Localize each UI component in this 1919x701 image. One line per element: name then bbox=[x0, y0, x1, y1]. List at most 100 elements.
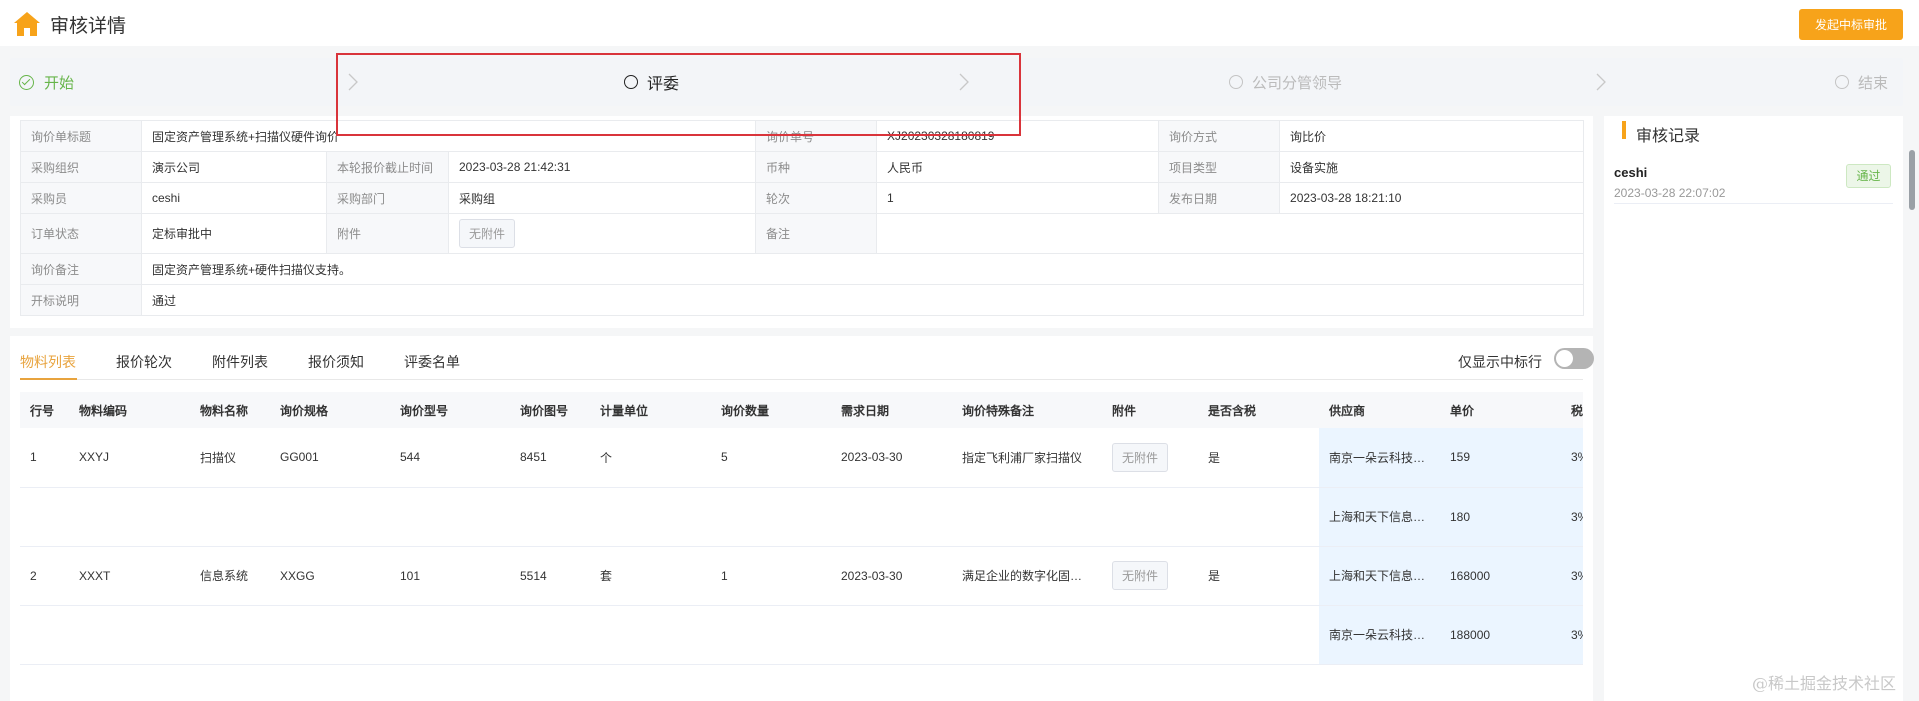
tab-quote-notice[interactable]: 报价须知 bbox=[308, 352, 364, 372]
column-header: 询价型号 bbox=[390, 392, 510, 428]
table-cell: 1 bbox=[711, 546, 831, 606]
no-attachment-button[interactable]: 无附件 bbox=[1112, 561, 1169, 590]
winning-only-toggle[interactable] bbox=[1554, 348, 1594, 369]
inquiry-method-label: 询价方式 bbox=[1158, 120, 1281, 152]
start-award-approval-button[interactable]: 发起中标审批 bbox=[1799, 9, 1903, 40]
table-cell bbox=[590, 487, 711, 547]
scrollbar-thumb[interactable] bbox=[1909, 150, 1915, 210]
table-cell: 指定飞利浦厂家扫描仪 bbox=[952, 428, 1102, 488]
step-label: 公司分管领导 bbox=[1252, 74, 1343, 92]
column-header: 是否含税 bbox=[1198, 392, 1319, 428]
column-header: 询价数量 bbox=[711, 392, 831, 428]
attachment-cell: 无附件 bbox=[447, 213, 757, 254]
tab-material-list[interactable]: 物料列表 bbox=[20, 352, 76, 372]
table-cell bbox=[711, 487, 831, 547]
table-cell: 5514 bbox=[510, 546, 590, 606]
table-cell bbox=[590, 605, 711, 665]
tab-reviewers[interactable]: 评委名单 bbox=[404, 352, 460, 372]
table-cell: 满足企业的数字化固定资产管理 bbox=[952, 546, 1102, 606]
table-cell: 上海和天下信息技术有限公司 bbox=[1319, 546, 1440, 606]
column-header: 税率 bbox=[1561, 392, 1583, 428]
table-cell bbox=[510, 487, 590, 547]
column-header: 附件 bbox=[1102, 392, 1198, 428]
table-cell: 180 bbox=[1440, 487, 1561, 547]
table-cell bbox=[270, 605, 390, 665]
page-title: 审核详情 bbox=[50, 16, 127, 37]
table-row[interactable]: 上海和天下信息技术有限公司1803% bbox=[20, 487, 1583, 547]
tab-quote-rounds[interactable]: 报价轮次 bbox=[116, 352, 172, 372]
table-cell bbox=[20, 605, 69, 665]
table-cell: 8451 bbox=[510, 428, 590, 488]
step-label: 开始 bbox=[44, 74, 75, 92]
table-cell bbox=[1102, 487, 1198, 547]
annotation-highlight-box bbox=[336, 53, 1021, 136]
currency-label: 币种 bbox=[755, 151, 878, 183]
table-cell: XXGG bbox=[270, 546, 390, 606]
table-cell: 2023-03-30 bbox=[831, 428, 952, 488]
column-header: 物料名称 bbox=[190, 392, 270, 428]
chevron-right-icon bbox=[1596, 73, 1606, 91]
material-panel: 物料列表 报价轮次 附件列表 报价须知 评委名单 仅显示中标行 行号 物料编码 物料… bbox=[10, 336, 1594, 701]
watermark: @稀土掘金技术社区 bbox=[1752, 674, 1897, 693]
table-cell: 上海和天下信息技术有限公司 bbox=[1319, 487, 1440, 547]
active-tab-indicator bbox=[20, 378, 77, 380]
column-header: 需求日期 bbox=[831, 392, 952, 428]
check-circle-icon bbox=[19, 74, 34, 90]
currency-value: 人民币 bbox=[876, 151, 1160, 183]
table-cell bbox=[69, 605, 190, 665]
project-type-label: 项目类型 bbox=[1158, 151, 1281, 183]
material-grid[interactable]: 行号 物料编码 物料名称 询价规格 询价型号 询价图号 计量单位 询价数量 需求日期 询价特殊备注… bbox=[20, 392, 1583, 672]
round-label: 轮次 bbox=[755, 182, 878, 214]
table-cell: 是 bbox=[1198, 428, 1319, 488]
table-cell: 1 bbox=[20, 428, 69, 488]
buyer-label: 采购员 bbox=[20, 182, 142, 214]
table-cell bbox=[390, 605, 510, 665]
inquiry-remark-label: 询价备注 bbox=[20, 253, 142, 285]
column-header: 单价 bbox=[1440, 392, 1561, 428]
tab-attachments[interactable]: 附件列表 bbox=[212, 352, 268, 372]
table-cell: 2023-03-30 bbox=[831, 546, 952, 606]
detail-tabs: 物料列表 报价轮次 附件列表 报价须知 评委名单 仅显示中标行 bbox=[20, 336, 1594, 380]
page-header: 审核详情 发起中标审批 bbox=[0, 0, 1919, 46]
table-cell bbox=[952, 487, 1102, 547]
remark-value bbox=[876, 213, 1585, 254]
table-cell bbox=[831, 605, 952, 665]
table-cell bbox=[952, 605, 1102, 665]
no-attachment-button[interactable]: 无附件 bbox=[459, 219, 516, 248]
table-row[interactable]: 1 XXYJ 扫描仪 GG001 544 8451 个 5 2023-03-30 指定飞利浦厂家扫… bbox=[20, 428, 1583, 488]
dept-value: 采购组 bbox=[447, 182, 757, 214]
winning-only-label: 仅显示中标行 bbox=[1458, 354, 1542, 370]
table-cell bbox=[1198, 487, 1319, 547]
review-record-panel: 审核记录 ceshi 2023-03-28 22:07:02 通过 bbox=[1604, 116, 1903, 701]
table-cell: 3% bbox=[1561, 487, 1583, 547]
remark-label: 备注 bbox=[755, 213, 878, 254]
order-status-label: 订单状态 bbox=[20, 213, 142, 254]
column-header: 询价特殊备注 bbox=[952, 392, 1102, 428]
table-cell: XXYJ bbox=[69, 428, 190, 488]
title-accent-bar bbox=[1622, 121, 1626, 139]
table-cell bbox=[390, 487, 510, 547]
review-record-time: 2023-03-28 22:07:02 bbox=[1614, 186, 1726, 200]
table-header-row: 行号 物料编码 物料名称 询价规格 询价型号 询价图号 计量单位 询价数量 需求日期 询价特殊备注… bbox=[20, 392, 1583, 428]
column-header: 计量单位 bbox=[590, 392, 711, 428]
publish-date-value: 2023-03-28 18:21:10 bbox=[1279, 182, 1585, 214]
round-value: 1 bbox=[876, 182, 1160, 214]
deadline-value: 2023-03-28 21:42:31 bbox=[447, 151, 757, 183]
table-row[interactable]: 南京一朵云科技有限公司1880003% bbox=[20, 605, 1583, 665]
table-cell: 3% bbox=[1561, 428, 1583, 488]
publish-date-label: 发布日期 bbox=[1158, 182, 1281, 214]
table-cell: 3% bbox=[1561, 605, 1583, 665]
table-cell bbox=[270, 487, 390, 547]
table-cell: 544 bbox=[390, 428, 510, 488]
table-cell bbox=[1198, 605, 1319, 665]
table-cell: 159 bbox=[1440, 428, 1561, 488]
home-icon[interactable] bbox=[12, 10, 42, 38]
table-row[interactable]: 2 XXXT 信息系统 XXGG 101 5514 套 1 2023-03-30 满足企业的数字化… bbox=[20, 546, 1583, 606]
table-cell: 套 bbox=[590, 546, 711, 606]
purchase-org-value: 演示公司 bbox=[141, 151, 327, 183]
no-attachment-button[interactable]: 无附件 bbox=[1112, 442, 1169, 472]
review-record-title: 审核记录 bbox=[1636, 128, 1701, 145]
table-cell bbox=[1102, 605, 1198, 665]
table-cell: 188000 bbox=[1440, 605, 1561, 665]
bid-desc-label: 开标说明 bbox=[20, 284, 142, 316]
